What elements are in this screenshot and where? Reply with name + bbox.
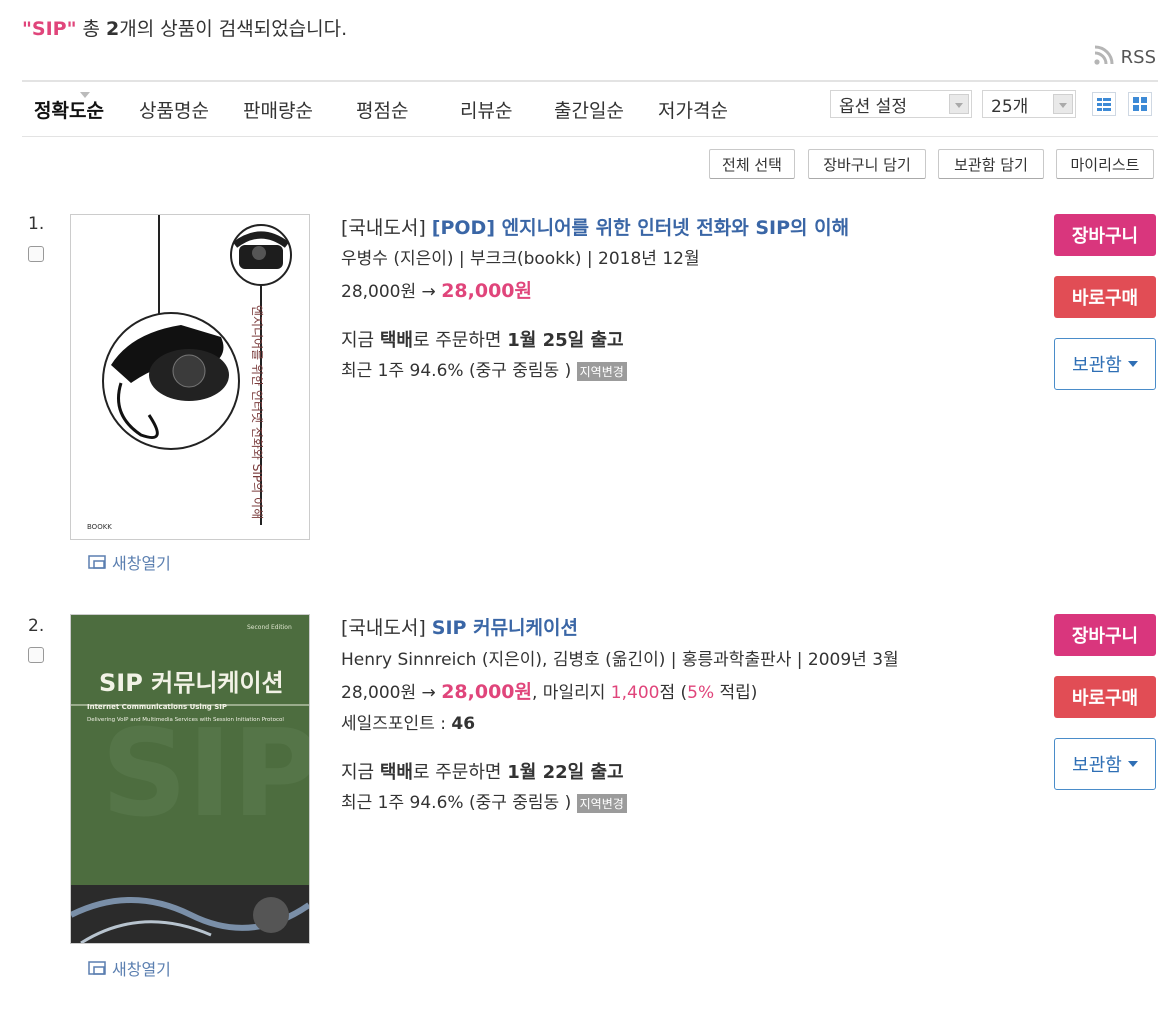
stock-info: 최근 1주 94.6% (중구 중림동 ) 지역변경 — [341, 356, 627, 381]
sort-accuracy[interactable]: 정확도순 — [34, 92, 104, 123]
sort-date[interactable]: 출간일순 — [554, 96, 624, 123]
add-to-cart-button[interactable]: 장바구니 담기 — [808, 149, 926, 179]
cover-description-text: Delivering VoIP and Multimedia Services … — [87, 717, 284, 723]
cover-edition-text: Second Edition — [247, 624, 292, 631]
cover-title-text: 엔지니어를 위한 인터넷 전화와 SIP의 이해 — [250, 305, 264, 519]
add-to-wishlist-button[interactable]: 보관함 담기 — [938, 149, 1044, 179]
cart-button[interactable]: 장바구니 — [1054, 214, 1156, 256]
select-all-button[interactable]: 전체 선택 — [709, 149, 795, 179]
item-checkbox[interactable] — [28, 647, 44, 663]
sale-price: 28,000원 — [441, 681, 532, 703]
list-view-icon — [1097, 98, 1111, 111]
region-change-button[interactable]: 지역변경 — [576, 793, 627, 813]
sort-name[interactable]: 상품명순 — [139, 96, 209, 123]
item-title-link[interactable]: SIP 커뮤니케이션 — [432, 617, 578, 639]
mylist-button[interactable]: 마이리스트 — [1056, 149, 1154, 179]
cover-subtitle-text: Internet Communications Using SIP — [87, 703, 227, 711]
search-query: "SIP" — [22, 18, 77, 40]
book-cover-image[interactable]: 엔지니어를 위한 인터넷 전화와 SIP의 이해 BOOKK — [70, 214, 310, 540]
list-view-button[interactable] — [1092, 92, 1116, 116]
item-title-link[interactable]: [POD] 엔지니어를 위한 인터넷 전화와 SIP의 이해 — [432, 217, 849, 239]
item-price: 28,000원 → 28,000원, 마일리지 1,400점 (5% 적립) — [341, 681, 758, 703]
book-cover-art: 엔지니어를 위한 인터넷 전화와 SIP의 이해 BOOKK — [87, 215, 292, 531]
wishlist-button[interactable]: 보관함 — [1054, 738, 1156, 790]
chevron-down-icon — [949, 94, 969, 114]
active-sort-indicator — [80, 92, 90, 98]
item-price: 28,000원 → 28,000원 — [341, 280, 532, 302]
grid-view-button[interactable] — [1128, 92, 1152, 116]
result-count: 2 — [106, 18, 120, 40]
item-category: [국내도서] — [341, 217, 426, 239]
sort-bar: 정확도순 상품명순 판매량순 평점순 리뷰순 출간일순 저가격순 옵션 설정 2… — [22, 80, 1158, 137]
sale-price: 28,000원 — [441, 280, 532, 302]
item-title-line: [국내도서] SIP 커뮤니케이션 — [341, 613, 578, 640]
svg-text:SIP: SIP — [101, 705, 309, 844]
book-cover-art: SIP Second Edition SIP 커뮤니케이션 Internet C… — [71, 615, 309, 943]
region-change-button[interactable]: 지역변경 — [576, 361, 627, 381]
rss-link[interactable]: RSS — [1093, 44, 1156, 71]
chevron-down-icon — [1127, 361, 1138, 367]
sort-rating[interactable]: 평점순 — [356, 96, 408, 123]
cart-button[interactable]: 장바구니 — [1054, 614, 1156, 656]
mileage-rate: 5% — [687, 683, 715, 703]
option-settings-select[interactable]: 옵션 설정 — [830, 90, 972, 118]
sort-sales[interactable]: 판매량순 — [243, 96, 313, 123]
new-window-link[interactable]: 새창열기 — [88, 550, 171, 574]
grid-view-icon — [1133, 97, 1147, 111]
wishlist-button[interactable]: 보관함 — [1054, 338, 1156, 390]
chevron-down-icon — [1127, 761, 1138, 767]
cover-title-text: SIP 커뮤니케이션 — [99, 669, 284, 697]
buy-now-button[interactable]: 바로구매 — [1054, 676, 1156, 718]
item-category: [국내도서] — [341, 617, 426, 639]
sort-reviews[interactable]: 리뷰순 — [460, 96, 512, 123]
new-window-icon — [88, 961, 106, 975]
search-summary: "SIP" 총 2개의 상품이 검색되었습니다. — [22, 18, 348, 40]
rss-icon — [1093, 44, 1115, 71]
new-window-link[interactable]: 새창열기 — [88, 956, 171, 980]
book-cover-image[interactable]: SIP Second Edition SIP 커뮤니케이션 Internet C… — [70, 614, 310, 944]
buy-now-button[interactable]: 바로구매 — [1054, 276, 1156, 318]
new-window-icon — [88, 555, 106, 569]
sort-low-price[interactable]: 저가격순 — [658, 96, 728, 123]
cover-publisher-text: BOOKK — [87, 523, 112, 531]
mileage-value: 1,400 — [610, 683, 660, 703]
item-title-line: [국내도서] [POD] 엔지니어를 위한 인터넷 전화와 SIP의 이해 — [341, 213, 849, 240]
item-number: 2. — [28, 616, 45, 636]
item-meta: 우병수 (지은이) | 부크크(bookk) | 2018년 12월 — [341, 249, 700, 269]
item-meta: Henry Sinnreich (지은이), 김병호 (옮긴이) | 홍릉과학출… — [341, 650, 899, 670]
per-page-select[interactable]: 25개 — [982, 90, 1076, 118]
item-number: 1. — [28, 214, 45, 234]
chevron-down-icon — [1053, 94, 1073, 114]
stock-info: 최근 1주 94.6% (중구 중림동 ) 지역변경 — [341, 788, 627, 813]
delivery-info: 지금 택배로 주문하면 1월 22일 출고 — [341, 762, 624, 783]
sales-point: 세일즈포인트 : 46 — [341, 714, 476, 734]
delivery-info: 지금 택배로 주문하면 1월 25일 출고 — [341, 330, 624, 351]
item-checkbox[interactable] — [28, 246, 44, 262]
